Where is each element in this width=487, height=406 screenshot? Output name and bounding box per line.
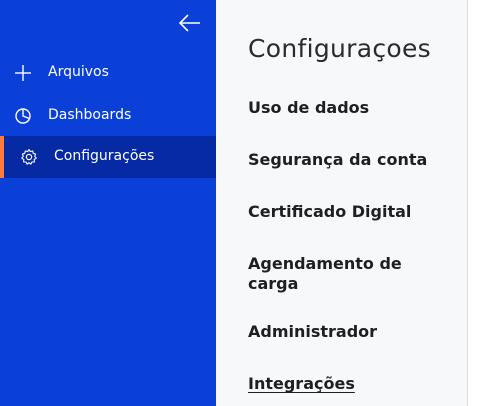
sidebar-item-dashboards[interactable]: Dashboards [0,95,216,137]
link-administrador[interactable]: Administrador [248,322,448,342]
settings-panel: Configuraçoes Uso de dados Segurança da … [216,0,467,406]
link-integracoes[interactable]: Integrações [248,374,448,394]
sidebar-item-arquivos[interactable]: Arquivos [0,52,216,94]
link-seguranca-da-conta[interactable]: Segurança da conta [248,150,448,170]
sidebar-item-label: Dashboards [48,107,132,123]
gear-icon [20,148,38,166]
page-title: Configuraçoes [248,34,432,63]
arrow-left-icon [178,14,200,32]
sidebar: Arquivos Dashboards Configurações [0,0,216,406]
content-area [467,0,487,406]
plus-icon [14,64,32,82]
sidebar-item-label: Arquivos [48,64,109,80]
link-agendamento-de-carga[interactable]: Agendamento de carga [248,254,448,294]
link-certificado-digital[interactable]: Certificado Digital [248,202,448,222]
pie-chart-icon [14,107,32,125]
active-indicator [0,136,4,178]
link-uso-de-dados[interactable]: Uso de dados [248,98,448,118]
sidebar-item-label: Configurações [54,148,155,164]
collapse-sidebar-button[interactable] [176,10,204,36]
sidebar-item-configuracoes[interactable]: Configurações [0,136,216,178]
